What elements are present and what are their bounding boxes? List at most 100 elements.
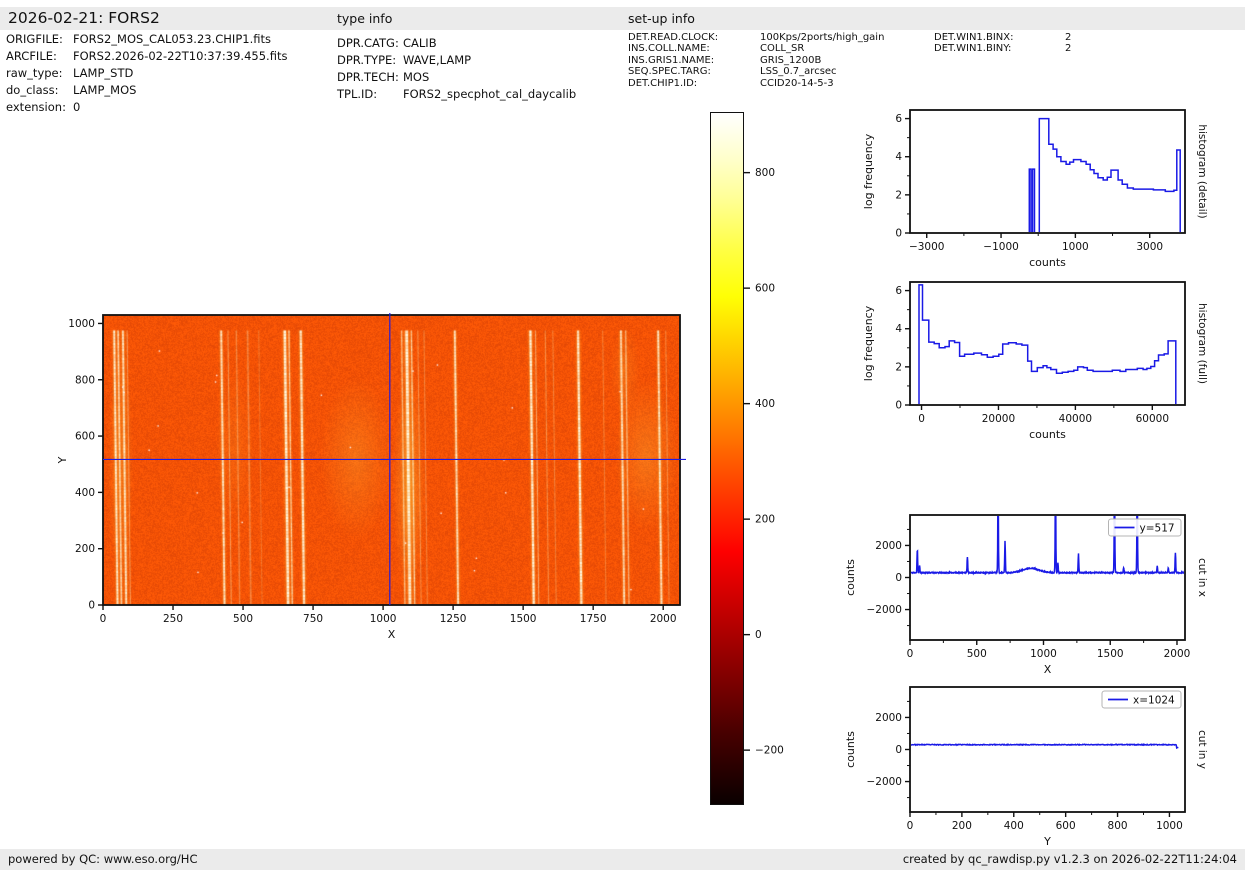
histogram-detail-plot: −3000 −1000 1000 3000 0 2 4 6 counts log frequenc… (862, 109, 1208, 269)
colorbar-ticks: 800 600 400 200 0 −200 (744, 167, 784, 757)
meta-label: INS.COLL.NAME: (628, 43, 710, 55)
legend-label: x=1024 (1133, 695, 1175, 707)
plot-frame (909, 109, 1186, 234)
meta-row: INS.GRIS1.NAME: GRIS_1200B (628, 55, 884, 66)
x-axis-label: counts (1029, 428, 1066, 441)
meta-row: DET.WIN1.BINY: 2 (934, 43, 1071, 54)
meta-label: DET.READ.CLOCK: (628, 32, 719, 43)
y-tick-label: 2 (895, 189, 902, 201)
meta-label: DPR.TECH: (337, 70, 399, 84)
meta-row: ARCFILE: FORS2.2026-02-22T10:37:39.455.fi… (6, 48, 287, 65)
colorbar (710, 112, 744, 805)
y-tick-label: 6 (895, 285, 902, 297)
file-info-block: ORIGFILE: FORS2_MOS_CAL053.23.CHIP1.fits … (6, 31, 287, 116)
colorbar-tick-label: −200 (755, 745, 784, 757)
legend-box (1101, 690, 1182, 709)
histogram-full-plot-curve (918, 284, 1177, 404)
right-axis-label: cut in y (1196, 730, 1208, 769)
meta-value: COLL_SR (760, 43, 805, 55)
y-tick-label: 0 (895, 572, 902, 584)
x-tick-label: 400 (1004, 820, 1024, 832)
meta-row: DET.WIN1.BINX: 2 (934, 32, 1071, 43)
meta-row: raw_type: LAMP_STD (6, 65, 287, 82)
meta-row: DPR.TECH: MOS (337, 69, 576, 86)
y-tick-label: 2000 (875, 540, 902, 552)
meta-value: CALIB (403, 36, 437, 50)
colorbar-tick-label: 600 (755, 283, 775, 295)
meta-row: TPL.ID: FORS2_specphot_cal_daycalib (337, 86, 576, 103)
type-info-block: DPR.CATG: CALIB DPR.TYPE: WAVE,LAMP DPR.TE… (337, 35, 576, 103)
x-tick-label: 600 (1056, 820, 1076, 832)
meta-row: do_class: LAMP_MOS (6, 82, 287, 99)
meta-label: raw_type: (6, 66, 63, 80)
x-tick-label: 250 (163, 613, 183, 625)
y-tick-label: 0 (88, 600, 95, 612)
x-tick-label: 0 (918, 413, 925, 425)
x-tick-label: 200 (952, 820, 972, 832)
y-tick-label: 4 (895, 323, 902, 335)
x-tick-label: 2000 (650, 613, 677, 625)
y-axis-label: Y (56, 456, 69, 464)
detector-window-block: DET.WIN1.BINX: 2 DET.WIN1.BINY: 2 (934, 32, 1071, 55)
meta-value: FORS2_MOS_CAL053.23.CHIP1.fits (73, 32, 271, 46)
meta-label: DET.WIN1.BINY: (934, 43, 1012, 55)
footer-created-by: created by qc_rawdisp.py v1.2.3 on 2026-… (902, 852, 1237, 866)
meta-label: ARCFILE: (6, 49, 57, 63)
meta-value: 2 (1065, 43, 1072, 55)
plot-frame (909, 281, 1186, 406)
meta-label: DET.WIN1.BINX: (934, 32, 1014, 43)
qc-report-page: { "header": { "title": "2026-02-21: FORS… (0, 0, 1245, 870)
x-tick-label: 1000 (370, 613, 397, 625)
meta-label: do_class: (6, 83, 59, 97)
cut-in-x-plot-curve (911, 516, 1184, 576)
meta-value: WAVE,LAMP (403, 53, 472, 67)
y-tick-label: 6 (895, 113, 902, 125)
right-axis-label: histogram (detail) (1196, 124, 1208, 218)
x-axis-label: X (388, 628, 396, 641)
y-axis-label: counts (844, 559, 857, 596)
meta-value: FORS2.2026-02-22T10:37:39.455.fits (73, 49, 288, 63)
meta-row: INS.COLL.NAME: COLL_SR (628, 43, 884, 54)
y-tick-label: 1000 (68, 318, 95, 330)
x-tick-label: 1500 (1097, 648, 1124, 660)
meta-value: GRIS_1200B (760, 54, 822, 66)
cut-in-y-plot: 0 200 400 600 800 1000 −2000 0 2000 Ycounts cut in… (844, 686, 1208, 848)
x-tick-label: 2000 (1164, 648, 1191, 660)
x-tick-label: 60000 (1136, 413, 1169, 425)
y-tick-label: 800 (75, 374, 95, 386)
x-axis-label: X (1044, 663, 1052, 676)
meta-row: DET.READ.CLOCK: 100Kps/2ports/high_gain (628, 32, 884, 43)
meta-value: 0 (73, 100, 81, 114)
setup-info-heading: set-up info (628, 11, 695, 26)
meta-row: DET.CHIP1.ID: CCID20-14-5-3 (628, 78, 884, 89)
legend-label: y=517 (1140, 523, 1175, 535)
y-tick-label: 4 (895, 151, 902, 163)
x-tick-label: 750 (303, 613, 323, 625)
cut-in-y-plot-curve (911, 743, 1179, 750)
meta-value: MOS (403, 70, 430, 84)
x-tick-label: 500 (233, 613, 253, 625)
x-tick-label: 1000 (1030, 648, 1057, 660)
colorbar-tick-label: 200 (755, 514, 775, 526)
footer-powered-by: powered by QC: www.eso.org/HC (8, 852, 198, 866)
meta-label: SEQ.SPEC.TARG: (628, 66, 711, 78)
meta-row: ORIGFILE: FORS2_MOS_CAL053.23.CHIP1.fits (6, 31, 287, 48)
meta-row: extension: 0 (6, 99, 287, 116)
meta-label: extension: (6, 100, 66, 114)
x-tick-label: 0 (907, 648, 914, 660)
x-tick-label: −1000 (983, 241, 1019, 253)
meta-value: LAMP_STD (73, 66, 134, 80)
meta-label: DPR.TYPE: (337, 53, 397, 67)
type-info-heading: type info (337, 11, 393, 26)
cut-in-x-plot: 0 500 1000 1500 2000 −2000 0 2000 Xcounts cut in … (844, 514, 1208, 676)
setup-info-block: DET.READ.CLOCK: 100Kps/2ports/high_gain I… (628, 32, 884, 89)
colorbar-tick-label: 0 (755, 629, 762, 641)
y-tick-label: 200 (75, 543, 95, 555)
meta-row: DPR.CATG: CALIB (337, 35, 576, 52)
meta-row: SEQ.SPEC.TARG: LSS_0.7_arcsec (628, 66, 884, 77)
meta-value: LAMP_MOS (73, 83, 137, 97)
histogram-full-plot: 0 20000 40000 60000 0 2 4 6 counts log frequency h… (862, 281, 1208, 441)
meta-value: LSS_0.7_arcsec (760, 66, 837, 78)
x-tick-label: 0 (907, 820, 914, 832)
y-axis-label: counts (844, 731, 857, 768)
